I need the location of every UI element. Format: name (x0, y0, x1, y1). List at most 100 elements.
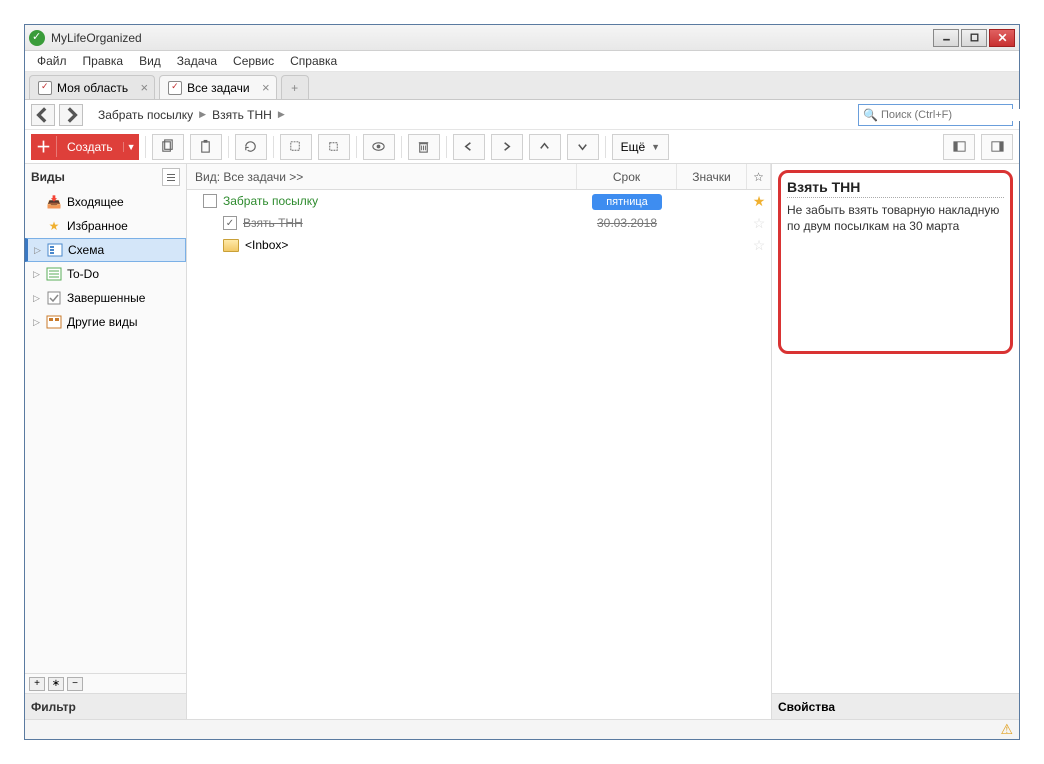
checkbox[interactable] (203, 194, 217, 208)
warning-icon[interactable]: ⚠ (1000, 721, 1013, 738)
toolbar: ＋ Создать ▼ Ещё ▼ (25, 130, 1019, 164)
layout-right-button[interactable] (981, 134, 1013, 160)
arrow-left-button[interactable] (453, 134, 485, 160)
task-row[interactable]: ✓ Взять ТНН 30.03.2018 ☆ (187, 212, 771, 234)
sidebar: Виды 📥 Входящее ★ Избранное ▷ Схема (25, 164, 187, 719)
copy-button[interactable] (152, 134, 184, 160)
sidebar-item-other[interactable]: ▷ Другие виды (25, 310, 186, 334)
list-header: Вид: Все задачи >> Срок Значки ☆ (187, 164, 771, 190)
add-view-button[interactable]: + (29, 677, 45, 691)
more-button[interactable]: Ещё ▼ (612, 134, 669, 160)
expand-icon[interactable]: ▷ (33, 293, 45, 304)
task-row[interactable]: <Inbox> ☆ (187, 234, 771, 256)
close-button[interactable] (989, 29, 1015, 47)
sidebar-item-schema[interactable]: ▷ Схема (25, 238, 186, 262)
sidebar-footer: + ∗ − (25, 673, 186, 693)
task-due: 30.03.2018 (577, 216, 677, 230)
column-srok[interactable]: Срок (577, 164, 677, 189)
filter-label: Фильтр (31, 700, 76, 714)
breadcrumb-item[interactable]: Забрать посылку (95, 108, 196, 122)
breadcrumb-sep-icon: ▶ (275, 109, 288, 120)
folder-icon (223, 239, 239, 252)
dup-view-button[interactable]: ∗ (48, 677, 64, 691)
app-window: MyLifeOrganized Файл Правка Вид Задача С… (24, 24, 1020, 740)
statusbar: ⚠ (25, 719, 1019, 739)
sidebar-item-favorites[interactable]: ★ Избранное (25, 214, 186, 238)
arrow-up-button[interactable] (529, 134, 561, 160)
nav-back-button[interactable] (31, 104, 55, 126)
breadcrumb-item[interactable]: Взять ТНН (209, 108, 275, 122)
inbox-icon: 📥 (45, 194, 63, 210)
todo-icon (45, 266, 63, 282)
menu-service[interactable]: Сервис (225, 52, 282, 70)
tab-close-icon[interactable]: × (262, 81, 270, 94)
task-name: Взять ТНН (243, 216, 577, 230)
body: Виды 📥 Входящее ★ Избранное ▷ Схема (25, 164, 1019, 719)
schema-icon (46, 242, 64, 258)
arrow-right-button[interactable] (491, 134, 523, 160)
remove-view-button[interactable]: − (67, 677, 83, 691)
detail-title: Взять ТНН (787, 179, 1004, 198)
column-znach[interactable]: Значки (677, 164, 747, 189)
task-row[interactable]: ◢ Забрать посылку пятница ★ (187, 190, 771, 212)
layout-left-button[interactable] (943, 134, 975, 160)
sidebar-item-todo[interactable]: ▷ To-Do (25, 262, 186, 286)
navbar: Забрать посылку ▶ Взять ТНН ▶ 🔍 (25, 100, 1019, 130)
sidebar-header: Виды (25, 164, 186, 190)
column-star[interactable]: ☆ (747, 164, 771, 189)
star-icon[interactable]: ☆ (747, 215, 771, 232)
search-input[interactable] (881, 109, 1023, 121)
star-icon[interactable]: ★ (747, 193, 771, 210)
minimize-button[interactable] (933, 29, 959, 47)
create-button[interactable]: ＋ Создать ▼ (31, 134, 139, 160)
app-title: MyLifeOrganized (51, 31, 931, 45)
detail-panel: Взять ТНН Не забыть взять товарную накла… (771, 164, 1019, 719)
sidebar-menu-button[interactable] (162, 168, 180, 186)
collapse-icon[interactable]: ◢ (191, 196, 203, 207)
search-box[interactable]: 🔍 (858, 104, 1013, 126)
indent-button[interactable] (318, 134, 350, 160)
tab-add[interactable]: + (281, 75, 309, 99)
breadcrumb[interactable]: Забрать посылку ▶ Взять ТНН ▶ (87, 108, 854, 122)
tab-all-tasks[interactable]: Все задачи × (159, 75, 277, 99)
tab-label: Моя область (57, 81, 128, 95)
detail-body[interactable]: Не забыть взять товарную накладную по дв… (787, 202, 1004, 234)
tab-my-area[interactable]: Моя область × (29, 75, 155, 99)
sidebar-item-label: Схема (68, 243, 104, 257)
checkbox[interactable]: ✓ (223, 216, 237, 230)
plus-icon: + (291, 81, 298, 95)
menu-edit[interactable]: Правка (75, 52, 132, 70)
tab-close-icon[interactable]: × (140, 81, 148, 94)
star-icon[interactable]: ☆ (747, 237, 771, 254)
eye-button[interactable] (363, 134, 395, 160)
expand-icon[interactable]: ▷ (34, 245, 46, 256)
task-name: <Inbox> (245, 238, 577, 252)
column-vid[interactable]: Вид: Все задачи >> (187, 164, 577, 189)
sidebar-title: Виды (31, 170, 65, 184)
filter-bar[interactable]: Фильтр (25, 693, 186, 719)
task-due: пятница (577, 194, 677, 208)
nav-forward-button[interactable] (59, 104, 83, 126)
sidebar-item-inbox[interactable]: 📥 Входящее (25, 190, 186, 214)
properties-bar[interactable]: Свойства (772, 693, 1019, 719)
refresh-button[interactable] (235, 134, 267, 160)
chevron-down-icon[interactable]: ▼ (123, 142, 139, 152)
outdent-button[interactable] (280, 134, 312, 160)
task-note[interactable]: Взять ТНН Не забыть взять товарную накла… (778, 170, 1013, 354)
task-list: ◢ Забрать посылку пятница ★ ✓ Взять ТНН … (187, 190, 771, 719)
menubar: Файл Правка Вид Задача Сервис Справка (25, 51, 1019, 72)
menu-file[interactable]: Файл (29, 52, 75, 70)
menu-view[interactable]: Вид (131, 52, 169, 70)
arrow-down-button[interactable] (567, 134, 599, 160)
sidebar-item-completed[interactable]: ▷ Завершенные (25, 286, 186, 310)
paste-button[interactable] (190, 134, 222, 160)
search-icon: 🔍 (863, 108, 878, 122)
maximize-button[interactable] (961, 29, 987, 47)
menu-help[interactable]: Справка (282, 52, 345, 70)
sidebar-item-label: Завершенные (67, 291, 145, 305)
expand-icon[interactable]: ▷ (33, 269, 45, 280)
menu-task[interactable]: Задача (169, 52, 225, 70)
app-icon (29, 30, 45, 46)
delete-button[interactable] (408, 134, 440, 160)
expand-icon[interactable]: ▷ (33, 317, 45, 328)
